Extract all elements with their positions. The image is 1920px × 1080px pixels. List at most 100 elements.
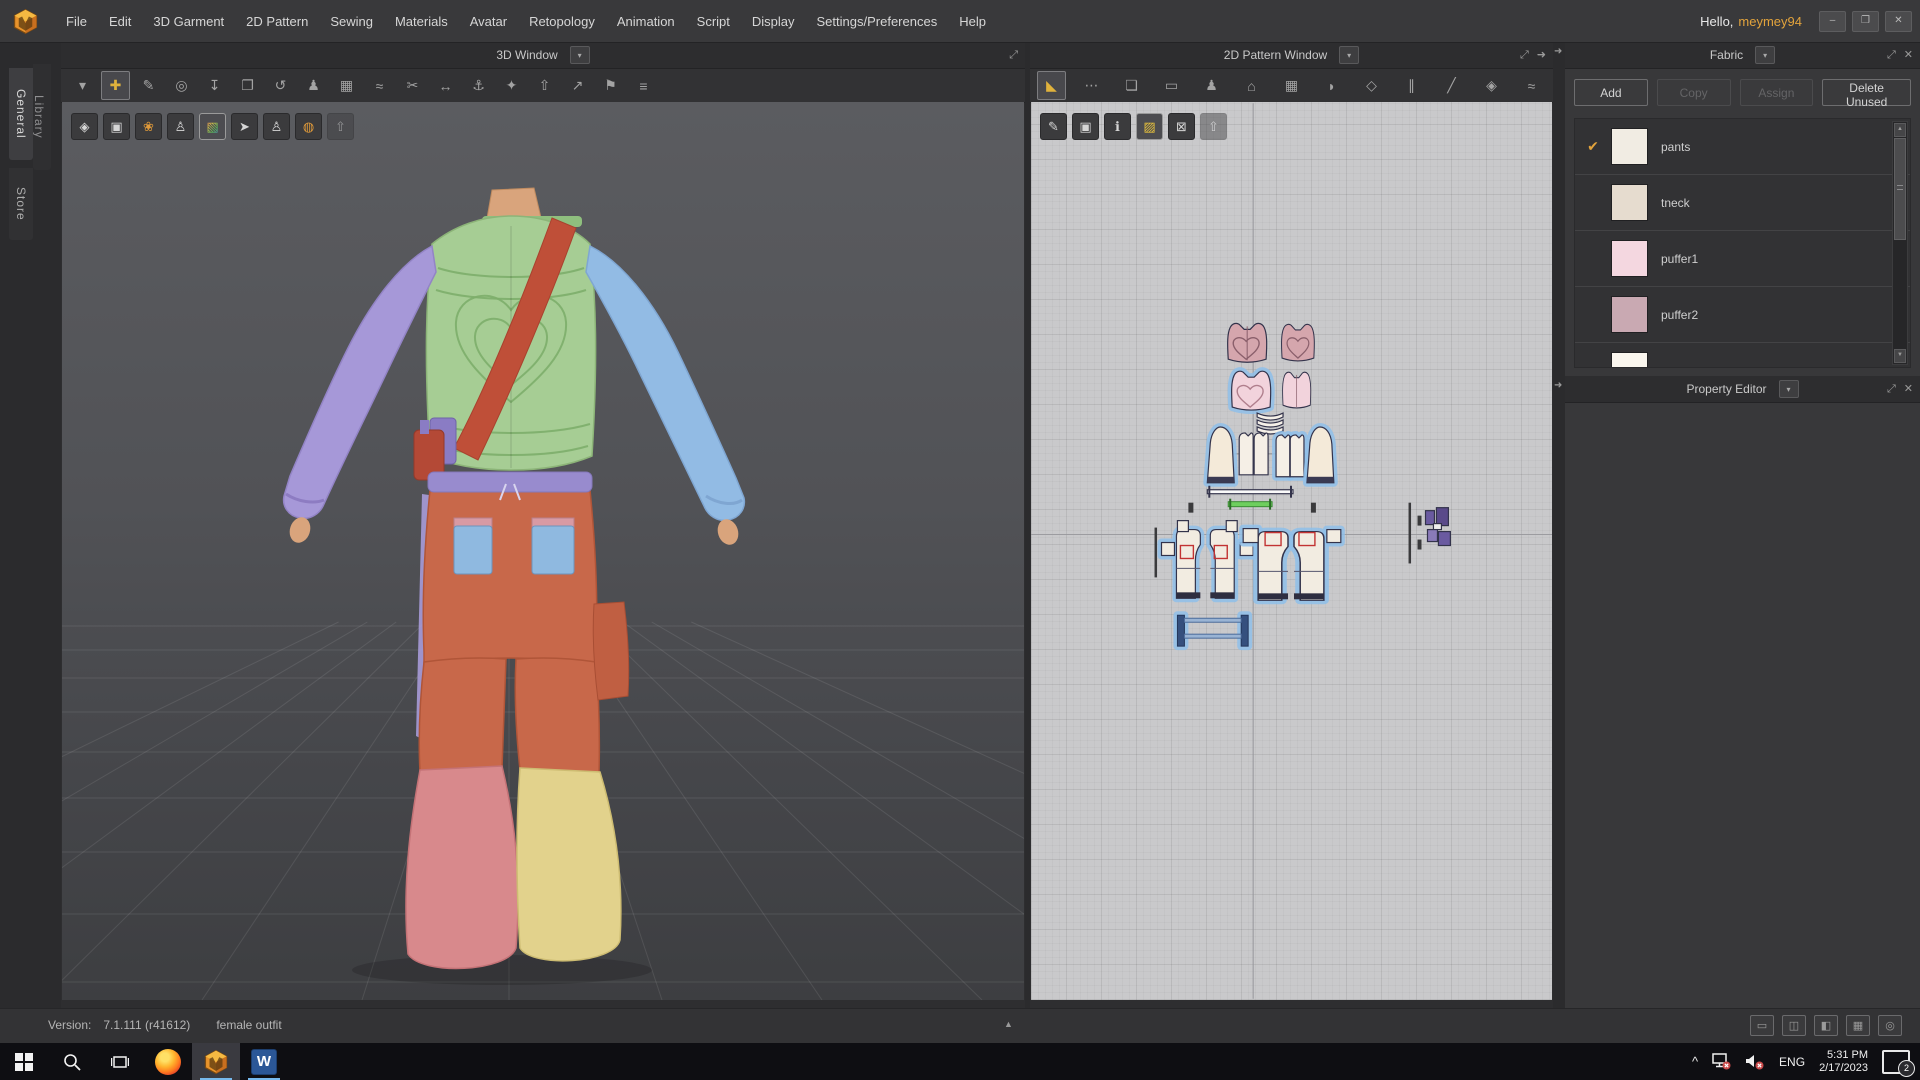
- fold-arrangement-icon[interactable]: ↺: [266, 71, 295, 100]
- layout-single-icon[interactable]: ▭: [1750, 1015, 1774, 1036]
- select-pen-icon[interactable]: ✎: [134, 71, 163, 100]
- property-editor-dropdown-icon[interactable]: ▾: [1778, 380, 1799, 398]
- show-pressure-icon[interactable]: ❀: [135, 113, 162, 140]
- property-editor-close-icon[interactable]: ✕: [1904, 382, 1913, 396]
- pattern-sleeve-right[interactable]: [1307, 427, 1334, 483]
- layout-two-pane-icon[interactable]: ◫: [1782, 1015, 1806, 1036]
- fabric-item-puffer1[interactable]: puffer1: [1575, 231, 1910, 287]
- language-indicator[interactable]: ENG: [1779, 1055, 1805, 1069]
- scroll-up-icon[interactable]: ▲: [1894, 123, 1906, 137]
- garment-leg-pink[interactable]: [405, 765, 519, 970]
- menu-file[interactable]: File: [55, 9, 98, 34]
- simulate-icon[interactable]: ▾: [68, 71, 97, 100]
- pattern-vest-puffer2-right[interactable]: [1280, 323, 1315, 362]
- pattern-vest-puffer1-right[interactable]: [1282, 371, 1312, 409]
- show-arrow-icon[interactable]: ➤: [231, 113, 258, 140]
- show-garment-dark-icon[interactable]: ◈: [71, 113, 98, 140]
- fabric-item-tneck[interactable]: tneck: [1575, 175, 1910, 231]
- show-garment-thick-icon[interactable]: ▣: [103, 113, 130, 140]
- iron-icon[interactable]: ◗: [1317, 71, 1346, 100]
- tray-chevron-icon[interactable]: ^: [1692, 1054, 1698, 1069]
- pattern-sleeve-left[interactable]: [1207, 427, 1234, 483]
- restore-button[interactable]: ❐: [1852, 11, 1879, 32]
- taskbar-word-button[interactable]: W: [240, 1043, 288, 1080]
- viewport-3d[interactable]: ◈ ▣ ❀ ♙ ▧ ➤ ♙ ◍ ⇧: [62, 102, 1024, 1000]
- panel-2d-dropdown-icon[interactable]: ▾: [1339, 46, 1360, 64]
- edit-pattern-icon[interactable]: ⋯: [1077, 71, 1106, 100]
- property-editor-header[interactable]: Property Editor ▾ ⤢ ✕: [1565, 376, 1920, 403]
- volume-muted-icon[interactable]: [1745, 1053, 1765, 1070]
- pleats-icon[interactable]: ∥: [1397, 71, 1426, 100]
- fabric-swatch[interactable]: [1611, 352, 1648, 367]
- menu-help[interactable]: Help: [948, 9, 997, 34]
- pattern-bodice-pair-left[interactable]: [1238, 432, 1269, 476]
- fabric-panel-close-icon[interactable]: ✕: [1904, 48, 1913, 62]
- layout-quad-icon[interactable]: ▦: [1846, 1015, 1870, 1036]
- pattern-vest-puffer2-left[interactable]: [1227, 322, 1268, 363]
- grid-arrangement-icon[interactable]: ▦: [332, 71, 361, 100]
- menu-3d-garment[interactable]: 3D Garment: [142, 9, 235, 34]
- create-polygon-icon[interactable]: ❏: [1117, 71, 1146, 100]
- pattern-pants-front-pair[interactable]: [1239, 524, 1345, 601]
- show-pattern-shape-icon[interactable]: ▣: [1072, 113, 1099, 140]
- garment-pocket-right-blue[interactable]: [531, 517, 575, 575]
- avatar-overlay-icon[interactable]: ♟: [1197, 71, 1226, 100]
- show-avatar-mesh-icon[interactable]: ◍: [295, 113, 322, 140]
- pattern-guide-line-left[interactable]: [1154, 527, 1158, 578]
- panel-3d-header[interactable]: 3D Window ▾ ⤢: [61, 42, 1025, 69]
- fabric-panel-collapse-icon[interactable]: ➜: [1554, 46, 1562, 57]
- property-panel-collapse-icon[interactable]: ➜: [1554, 380, 1562, 391]
- show-pattern-info-icon[interactable]: ℹ: [1104, 113, 1131, 140]
- garment-sleeve-left-purple[interactable]: [282, 244, 437, 545]
- lock-pattern-icon[interactable]: ⊠: [1168, 113, 1195, 140]
- menu-script[interactable]: Script: [686, 9, 741, 34]
- layout-one-two-icon[interactable]: ◧: [1814, 1015, 1838, 1036]
- pattern-bag-frame[interactable]: [1173, 611, 1253, 651]
- menu-edit[interactable]: Edit: [98, 9, 142, 34]
- menu-settings-preferences[interactable]: Settings/Preferences: [806, 9, 949, 34]
- transform-pattern-icon[interactable]: ◣: [1037, 71, 1066, 100]
- trace-icon[interactable]: ◇: [1357, 71, 1386, 100]
- pin-icon[interactable]: ↧: [200, 71, 229, 100]
- menu-animation[interactable]: Animation: [606, 9, 686, 34]
- fabric-swatch[interactable]: [1611, 240, 1648, 277]
- pattern-bodice-pair-right[interactable]: [1276, 435, 1304, 477]
- select-mesh-icon[interactable]: ◎: [167, 71, 196, 100]
- menu-display[interactable]: Display: [741, 9, 806, 34]
- menu-sewing[interactable]: Sewing: [319, 9, 384, 34]
- show-stitch-icon[interactable]: ✎: [1040, 113, 1067, 140]
- garment-pants-orange[interactable]: [416, 489, 630, 775]
- side-tab-general[interactable]: General: [9, 68, 33, 160]
- fabric-scrollbar[interactable]: ▲ ▼: [1892, 121, 1908, 365]
- pattern-strap-green[interactable]: [1227, 498, 1273, 510]
- pattern-small-tab-left[interactable]: [1188, 502, 1194, 513]
- garment-leg-yellow[interactable]: [516, 767, 622, 962]
- panel-3d-expand-icon[interactable]: ⤢: [1009, 48, 1018, 62]
- fabric-swatch[interactable]: [1611, 184, 1648, 221]
- task-view-button[interactable]: [96, 1043, 144, 1080]
- statusbar-collapse-icon[interactable]: ▲: [1004, 1019, 1013, 1029]
- garment-hip-bag[interactable]: [413, 417, 457, 481]
- panel-3d-dropdown-icon[interactable]: ▾: [569, 46, 590, 64]
- show-avatar-icon[interactable]: ♙: [167, 113, 194, 140]
- menu-avatar[interactable]: Avatar: [459, 9, 518, 34]
- menu-materials[interactable]: Materials: [384, 9, 459, 34]
- show-fabric-icon[interactable]: ▨: [1136, 113, 1163, 140]
- fabric-swatch[interactable]: [1611, 128, 1648, 165]
- texture-edit-icon[interactable]: ≈: [1517, 71, 1546, 100]
- pattern-vest-puffer1-left[interactable]: [1232, 371, 1271, 410]
- fabric-panel-dropdown-icon[interactable]: ▾: [1755, 46, 1776, 64]
- steam-brush-icon[interactable]: ≈: [365, 71, 394, 100]
- darts-icon[interactable]: ◈: [1477, 71, 1506, 100]
- internal-line-icon[interactable]: ╱: [1437, 71, 1466, 100]
- show-avatar-solid-icon[interactable]: ♙: [263, 113, 290, 140]
- sewing-machine-icon[interactable]: ⌂: [1237, 71, 1266, 100]
- side-tab-store[interactable]: Store: [9, 168, 33, 240]
- taskbar-marvelous-designer-button[interactable]: [192, 1043, 240, 1080]
- pattern-strap-pieces-right[interactable]: [1408, 502, 1451, 564]
- minimize-button[interactable]: –: [1819, 11, 1846, 32]
- property-editor-expand-icon[interactable]: ⤢: [1887, 382, 1896, 396]
- show-colorways-icon[interactable]: ▧: [199, 113, 226, 140]
- panel-2d-expand-icon[interactable]: ⤢: [1520, 48, 1529, 62]
- arrangement-points-icon[interactable]: ♟: [299, 71, 328, 100]
